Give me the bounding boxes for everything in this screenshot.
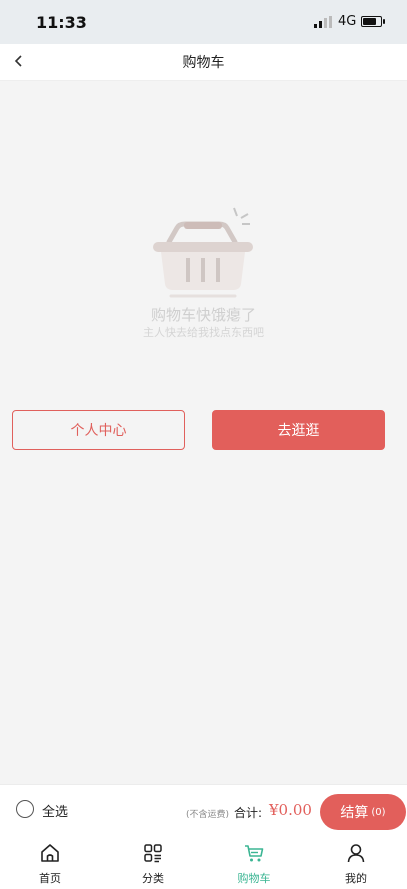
total-label: 合计:: [234, 806, 263, 820]
total-amount: ¥0.00: [269, 801, 312, 819]
tab-profile-label: 我的: [345, 872, 367, 885]
select-all-label[interactable]: 全选: [42, 801, 68, 820]
select-all-radio[interactable]: [16, 800, 34, 818]
battery-icon: [361, 16, 385, 27]
tab-cart-label: 购物车: [237, 872, 271, 885]
user-icon: [347, 844, 365, 863]
tab-cart[interactable]: 购物车: [214, 834, 294, 889]
empty-subtitle: 主人快去给我找点东西吧: [143, 326, 264, 339]
checkout-bar: 全选 (不含运费) 合计: ¥0.00 结算 (0): [0, 784, 407, 835]
signal-icon: [314, 16, 332, 28]
browse-button[interactable]: 去逛逛: [212, 410, 385, 450]
cart-icon: [245, 845, 264, 862]
checkout-label: 结算: [340, 805, 369, 821]
profile-center-button[interactable]: 个人中心: [12, 410, 185, 450]
tab-home[interactable]: 首页: [10, 834, 90, 889]
checkout-count: (0): [371, 806, 386, 818]
tab-bar: 首页 分类 购物车 我的: [0, 834, 407, 889]
empty-basket-icon: [153, 207, 253, 298]
tab-category-label: 分类: [142, 872, 164, 885]
home-icon: [41, 844, 59, 862]
network-type: 4G: [338, 14, 357, 29]
tab-category[interactable]: 分类: [113, 834, 193, 889]
empty-title: 购物车快饿瘪了: [150, 306, 256, 324]
nav-bar: 购物车: [0, 44, 407, 81]
shipping-note: (不含运费): [186, 810, 230, 820]
category-icon: [144, 844, 162, 863]
page-title: 购物车: [182, 55, 225, 71]
status-bar: 11:33 4G: [0, 0, 407, 44]
status-time: 11:33: [36, 13, 87, 32]
tab-profile[interactable]: 我的: [316, 834, 396, 889]
checkout-button[interactable]: 结算 (0): [320, 794, 406, 830]
tab-home-label: 首页: [39, 872, 61, 885]
